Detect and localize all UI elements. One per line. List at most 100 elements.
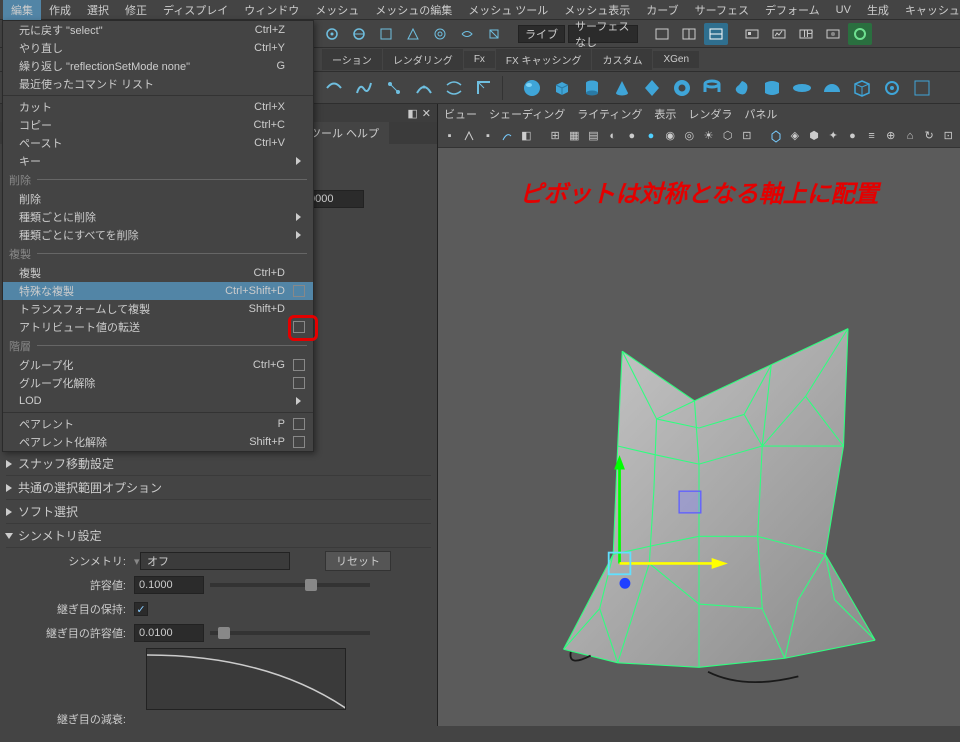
vpi-23[interactable]: ⊕ (883, 128, 898, 144)
edit-item-グループ化解除[interactable]: グループ化解除 (3, 374, 313, 392)
cg2-icon[interactable] (677, 23, 701, 45)
edit-item-キー[interactable]: キー (3, 152, 313, 170)
shelf-gear[interactable] (880, 76, 904, 100)
vpi-21[interactable]: ● (845, 128, 860, 144)
option-box-icon[interactable] (293, 436, 305, 448)
vpi-5[interactable]: ◧ (519, 128, 534, 144)
menu-display[interactable]: ディスプレイ (155, 0, 236, 20)
cg1-icon[interactable] (650, 23, 674, 45)
live-dropdown[interactable]: ライブ (518, 25, 565, 43)
vpi-22[interactable]: ≡ (864, 128, 879, 144)
rend3-icon[interactable]: IPR (794, 23, 818, 45)
snap-icon[interactable] (320, 23, 344, 45)
shelf-ic-2[interactable] (352, 76, 376, 100)
menu-mesh[interactable]: メッシュ (307, 0, 367, 20)
edit-item-特殊な複製[interactable]: 特殊な複製Ctrl+Shift+D (3, 282, 313, 300)
surf-dropdown[interactable]: サーフェスなし (568, 25, 638, 43)
edit-item-グループ化[interactable]: グループ化Ctrl+G (3, 356, 313, 374)
edit-item-やり直し[interactable]: やり直しCtrl+Y (3, 39, 313, 57)
edit-item-種類ごとに削除[interactable]: 種類ごとに削除 (3, 208, 313, 226)
menu-surface[interactable]: サーフェス (687, 0, 757, 20)
rend1-icon[interactable] (740, 23, 764, 45)
shelf-cloth[interactable] (760, 76, 784, 100)
snap2-icon[interactable] (347, 23, 371, 45)
edit-item-繰り返し "reflectionSetMode none"[interactable]: 繰り返し "reflectionSetMode none"G (3, 57, 313, 75)
menu-uv[interactable]: UV (828, 2, 859, 18)
seam-preserve-check[interactable]: ✓ (134, 602, 148, 616)
shelf-dome[interactable] (820, 76, 844, 100)
panel-dock-icon[interactable]: ◧ (407, 107, 417, 120)
shelf-cylinder[interactable] (580, 76, 604, 100)
rend5-icon[interactable] (848, 23, 872, 45)
vpi-24[interactable]: ⌂ (902, 128, 917, 144)
menu-create[interactable]: 作成 (41, 0, 79, 20)
panel-close-icon[interactable]: ✕ (422, 107, 431, 120)
menu-generate[interactable]: 生成 (859, 0, 897, 20)
edit-item-ペアレント化解除[interactable]: ペアレント化解除Shift+P (3, 433, 313, 451)
option-box-icon[interactable] (293, 359, 305, 371)
shelf-tab-0[interactable]: ーション (322, 49, 382, 70)
edit-item-削除[interactable]: 削除 (3, 190, 313, 208)
shelf-ic-5[interactable] (442, 76, 466, 100)
vpi-19[interactable]: ⬢ (806, 128, 821, 144)
edit-item-最近使ったコマンド リスト[interactable]: 最近使ったコマンド リスト (3, 75, 313, 93)
shelf-diamond[interactable] (640, 76, 664, 100)
vp-menu-view[interactable]: ビュー (444, 106, 477, 122)
menu-deform[interactable]: デフォーム (757, 0, 828, 20)
snap5-icon[interactable] (428, 23, 452, 45)
shelf-tab-3[interactable]: FX キャッシング (496, 49, 592, 70)
edit-item-カット[interactable]: カットCtrl+X (3, 98, 313, 116)
edit-item-トランスフォームして複製[interactable]: トランスフォームして複製Shift+D (3, 300, 313, 318)
shelf-ic-1[interactable] (322, 76, 346, 100)
option-box-icon[interactable] (293, 418, 305, 430)
shelf-torus[interactable] (670, 76, 694, 100)
shelf-tab-1[interactable]: レンダリング (383, 49, 463, 70)
vp-menu-shade[interactable]: シェーディング (489, 106, 565, 122)
shelf-last[interactable] (910, 76, 934, 100)
menu-edit[interactable]: 編集 (3, 0, 41, 20)
menu-mesh-tool[interactable]: メッシュ ツール (460, 0, 556, 20)
vpi-4[interactable] (500, 128, 515, 144)
vp-menu-panel[interactable]: パネル (744, 106, 777, 122)
edit-item-アトリビュート値の転送[interactable]: アトリビュート値の転送 (3, 318, 313, 336)
reset-button[interactable]: リセット (325, 551, 391, 571)
vpi-10[interactable]: ● (624, 128, 639, 144)
vpi-11[interactable]: ● (643, 128, 658, 144)
viewport-iconbar[interactable]: ▪ ▪ ◧ ⊞ ▦ ▤ ◐ ● ● ◉ ◎ ☀ ⬡ ⊡ ◈ ⬢ ✦ ● ≡ ⊕ … (438, 124, 960, 148)
option-box-icon[interactable] (293, 321, 305, 333)
shelf-tab-2[interactable]: Fx (464, 51, 495, 68)
option-box-icon[interactable] (293, 377, 305, 389)
viewport[interactable]: ビュー シェーディング ライティング 表示 レンダラ パネル ▪ ▪ ◧ ⊞ ▦… (438, 104, 960, 726)
vpi-6[interactable]: ⊞ (548, 128, 563, 144)
shelf-tab-4[interactable]: カスタム (592, 49, 652, 70)
menu-modify[interactable]: 修正 (117, 0, 155, 20)
rend4-icon[interactable] (821, 23, 845, 45)
snap7-icon[interactable] (482, 23, 506, 45)
sec-select[interactable]: 共通の選択範囲オプション (6, 476, 431, 500)
menu-cache[interactable]: キャッシュ (897, 0, 960, 20)
shelf-box2[interactable] (850, 76, 874, 100)
main-menubar[interactable]: 編集 作成 選択 修正 ディスプレイ ウィンドウ メッシュ メッシュの編集 メッ… (0, 0, 960, 20)
edit-item-複製[interactable]: 複製Ctrl+D (3, 264, 313, 282)
vpi-20[interactable]: ✦ (826, 128, 841, 144)
shelf-cube[interactable] (550, 76, 574, 100)
sec-snap[interactable]: スナッフ移動設定 (6, 452, 431, 476)
vpi-7[interactable]: ▦ (567, 128, 582, 144)
vpi-15[interactable]: ⬡ (720, 128, 735, 144)
menu-select[interactable]: 選択 (79, 0, 117, 20)
vp-menu-render[interactable]: レンダラ (688, 106, 732, 122)
shelf-ic-6[interactable] (472, 76, 496, 100)
vpi-9[interactable]: ◐ (605, 128, 620, 144)
edit-item-ペアレント[interactable]: ペアレントP (3, 415, 313, 433)
menu-mesh-edit[interactable]: メッシュの編集 (367, 0, 460, 20)
edit-item-コピー[interactable]: コピーCtrl+C (3, 116, 313, 134)
vp-menu-light[interactable]: ライティング (577, 106, 642, 122)
vpi-14[interactable]: ☀ (701, 128, 716, 144)
vpi-12[interactable]: ◉ (663, 128, 678, 144)
menu-curve[interactable]: カーブ (638, 0, 686, 20)
edit-item-種類ごとにすべてを削除[interactable]: 種類ごとにすべてを削除 (3, 226, 313, 244)
tol-slider[interactable] (210, 583, 370, 587)
edit-item-LOD[interactable]: LOD (3, 392, 313, 410)
edit-item-ペースト[interactable]: ペーストCtrl+V (3, 134, 313, 152)
vpi-17[interactable] (768, 128, 783, 144)
